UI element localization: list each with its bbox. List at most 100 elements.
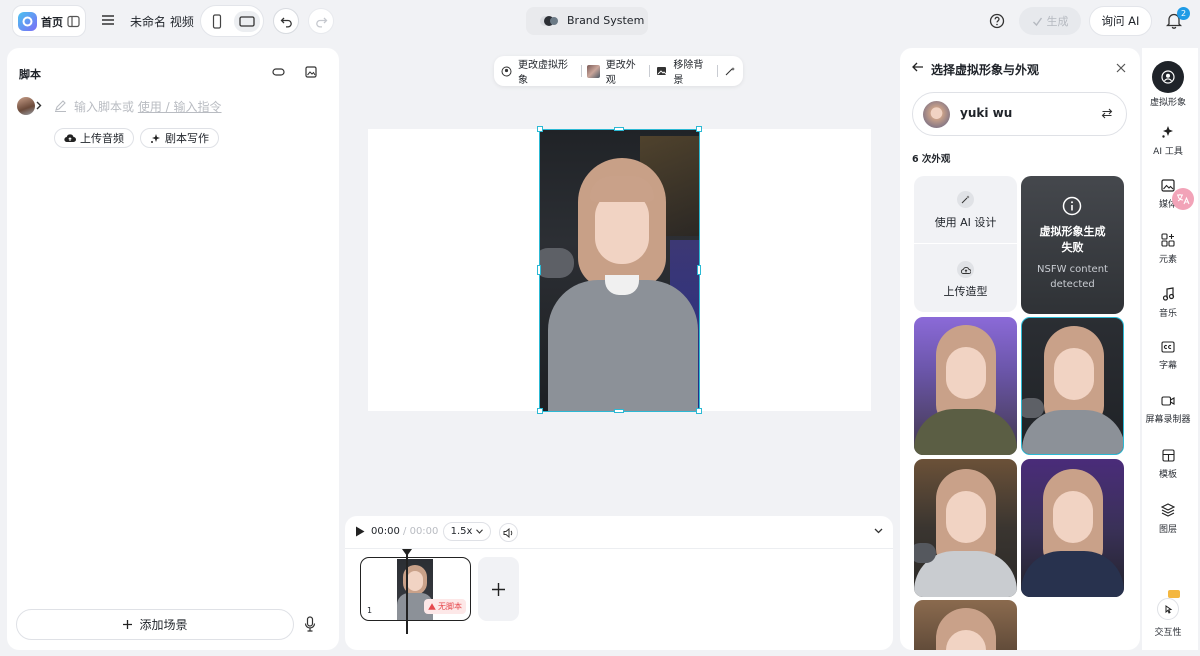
rail-item-elements[interactable]: 元素: [1142, 233, 1194, 265]
upload-audio-button[interactable]: 上传音频: [54, 128, 134, 148]
look-thumbnail-selected[interactable]: [1021, 317, 1124, 455]
resize-handle[interactable]: [614, 409, 624, 413]
generate-button[interactable]: 生成: [1019, 7, 1081, 35]
separator: [717, 65, 718, 77]
upload-look-label: 上传造型: [943, 285, 988, 298]
close-icon[interactable]: [1116, 63, 1126, 73]
rail-label: 字幕: [1158, 361, 1177, 371]
look-thumbnail[interactable]: [914, 459, 1017, 597]
back-arrow-icon[interactable]: [912, 62, 924, 72]
avatar[interactable]: [17, 97, 35, 115]
help-button[interactable]: [984, 8, 1010, 34]
ask-ai-button[interactable]: 询问 AI: [1089, 6, 1152, 36]
portrait-icon[interactable]: [212, 14, 222, 29]
cloud-upload-icon: [957, 261, 974, 278]
avatar-selector[interactable]: yuki wu: [912, 92, 1127, 136]
script-panel-title: 脚本: [19, 68, 41, 81]
upload-look-button[interactable]: 上传造型: [914, 245, 1017, 312]
remove-bg-button[interactable]: 移除背景: [673, 56, 711, 86]
look-thumbnail[interactable]: [914, 317, 1017, 455]
use-ai-design-button[interactable]: 使用 AI 设计: [914, 176, 1017, 244]
looks-count: 6 次外观: [912, 154, 951, 165]
speed-value: 1.5x: [450, 526, 473, 537]
project-title[interactable]: 未命名 视频: [130, 13, 194, 30]
volume-button[interactable]: [499, 523, 518, 542]
script-input[interactable]: 输入脚本或 使用 / 输入指令: [74, 98, 222, 115]
separator: [580, 65, 582, 77]
plus-icon: [491, 582, 506, 597]
music-icon: [1162, 287, 1175, 301]
look-thumbnail-icon: [587, 64, 600, 78]
resize-handle[interactable]: [537, 126, 543, 132]
brand-system-button[interactable]: Brand System: [526, 7, 648, 35]
rail-item-layers[interactable]: 图层: [1142, 503, 1194, 535]
resize-handle[interactable]: [537, 408, 543, 414]
avatar: [923, 101, 950, 128]
separator: [649, 65, 651, 77]
microphone-icon[interactable]: [304, 616, 316, 632]
record-icon: [1161, 395, 1175, 407]
avatar-panel-title: 选择虚拟形象与外观: [931, 63, 1040, 77]
playhead-marker[interactable]: [402, 549, 412, 556]
resize-handle[interactable]: [614, 127, 624, 131]
chevron-down-icon[interactable]: [874, 528, 883, 534]
failed-look-card[interactable]: 虚拟形象生成失败 NSFW content detected: [1021, 176, 1124, 314]
collapse-icon[interactable]: [272, 67, 285, 77]
chevron-right-icon[interactable]: [36, 101, 42, 110]
script-writing-button[interactable]: 剧本写作: [140, 128, 219, 148]
play-icon[interactable]: [355, 526, 365, 537]
change-look-button[interactable]: 更改外观: [606, 56, 644, 86]
sidebar-toggle-icon[interactable]: [67, 15, 80, 28]
rail-item-avatar[interactable]: 虚拟形象: [1142, 95, 1194, 108]
landscape-icon[interactable]: [234, 11, 260, 32]
rail-item-music[interactable]: 音乐: [1142, 287, 1194, 319]
home-label[interactable]: 首页: [41, 14, 63, 30]
resize-handle[interactable]: [696, 408, 702, 414]
resize-handle[interactable]: [697, 265, 701, 275]
translate-icon[interactable]: [1172, 188, 1194, 210]
rail-item-templates[interactable]: 模板: [1142, 449, 1194, 480]
command-link[interactable]: 使用 / 输入指令: [138, 100, 222, 114]
aspect-ratio-toggle[interactable]: [200, 5, 264, 37]
warning-icon: [428, 603, 436, 610]
selection-box[interactable]: [539, 129, 700, 412]
look-thumbnail[interactable]: [914, 600, 1017, 650]
add-scene-button[interactable]: 添加场景: [16, 609, 294, 640]
rail-item-ai-tools[interactable]: AI 工具: [1142, 125, 1194, 157]
scene-thumbnail[interactable]: 1 无脚本: [360, 557, 471, 621]
script-writing-label: 剧本写作: [165, 132, 209, 145]
speed-select[interactable]: 1.5x: [443, 522, 491, 541]
rail-item-captions[interactable]: 字幕: [1142, 341, 1194, 371]
brand-icon: [539, 15, 559, 27]
resize-handle[interactable]: [696, 126, 702, 132]
time-separator: /: [403, 526, 407, 537]
failed-reason: NSFW content detected: [1037, 264, 1108, 290]
menu-icon[interactable]: [101, 13, 115, 27]
rail-avatar-button[interactable]: [1152, 61, 1184, 93]
template-icon: [1161, 449, 1175, 462]
magic-wand-icon[interactable]: [724, 66, 736, 77]
playhead[interactable]: [406, 552, 408, 634]
script-placeholder: 输入脚本或: [74, 100, 135, 114]
look-thumbnail[interactable]: [1021, 459, 1124, 597]
redo-button[interactable]: [308, 8, 334, 34]
rail-label: 屏幕录制器: [1145, 415, 1191, 425]
top-bar: 首页 未命名 视频 Brand System 生成 询问 AI 2: [0, 0, 1200, 42]
change-avatar-button[interactable]: 更改虚拟形象: [518, 56, 575, 86]
add-scene-tile[interactable]: [478, 557, 519, 621]
info-icon: [1062, 196, 1082, 216]
elements-icon: [1161, 233, 1175, 247]
resize-handle[interactable]: [537, 265, 541, 275]
rail-item-screen-recorder[interactable]: 屏幕录制器: [1142, 395, 1194, 425]
home-group[interactable]: 首页: [12, 5, 86, 37]
rail-label: 模板: [1158, 470, 1177, 480]
rail-item-interactivity[interactable]: 交互性: [1142, 598, 1194, 638]
new-badge-icon: [1168, 590, 1180, 598]
no-script-label: 无脚本: [438, 602, 462, 611]
undo-button[interactable]: [273, 8, 299, 34]
media-script-icon[interactable]: [305, 66, 317, 78]
avatar-icon: [1161, 70, 1175, 84]
edit-pen-icon: [54, 99, 67, 112]
swap-icon[interactable]: [1101, 108, 1113, 119]
avatar-name: yuki wu: [960, 106, 1013, 120]
